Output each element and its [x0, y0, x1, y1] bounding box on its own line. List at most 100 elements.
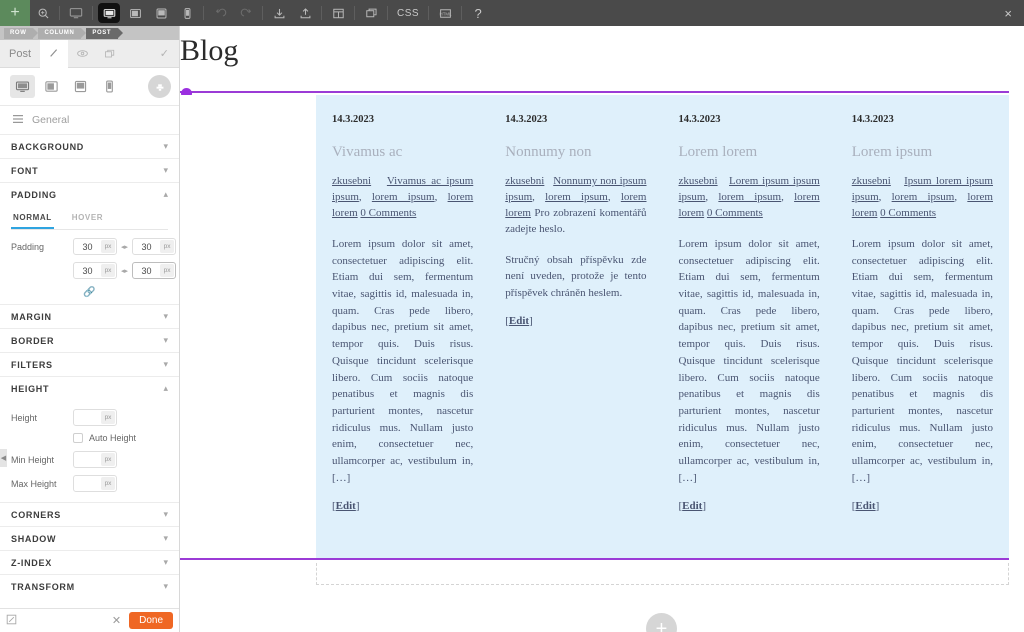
link-icon[interactable]: 🔗	[0, 286, 179, 304]
eye-icon[interactable]	[68, 40, 96, 68]
padding-right-unit[interactable]: px	[160, 240, 175, 253]
desktop-filled-icon[interactable]	[98, 3, 120, 23]
duplicate-icon[interactable]	[96, 40, 124, 68]
close-icon[interactable]: ×	[998, 6, 1018, 21]
padding-top-unit[interactable]: px	[101, 240, 115, 253]
zoom-icon[interactable]	[30, 0, 56, 26]
post-category-link[interactable]: lorem ipsum	[718, 191, 781, 203]
post-edit-link[interactable]: [Edit]	[852, 500, 993, 512]
padding-left-field[interactable]: px	[132, 262, 177, 279]
brush-icon[interactable]	[148, 75, 171, 98]
general-row[interactable]: General	[0, 106, 179, 134]
post-card[interactable]: 14.3.2023 Nonnumy non zkusebni Nonnumy n…	[489, 95, 662, 558]
post-card[interactable]: 14.3.2023 Lorem ipsum zkusebni Ipsum lor…	[836, 95, 1009, 558]
padding-tab-normal[interactable]: NORMAL	[11, 209, 54, 229]
add-element-button[interactable]: +	[0, 0, 30, 26]
post-title[interactable]: Nonnumy non	[505, 144, 646, 161]
device-tablet[interactable]	[68, 75, 93, 98]
css-button[interactable]: CSS	[391, 0, 425, 26]
post-card[interactable]: 14.3.2023 Vivamus ac zkusebni Vivamus ac…	[316, 95, 489, 558]
page-canvas[interactable]: Blog 14.3.2023 Vivamus ac zkusebni Vivam…	[180, 26, 1024, 632]
post-category-link[interactable]: lorem ipsum	[892, 191, 955, 203]
post-author-link[interactable]: zkusebni	[679, 175, 718, 187]
padding-bottom-stepper[interactable]: ◂▸	[121, 267, 128, 275]
max-height-field[interactable]: px	[73, 475, 117, 492]
max-height-input[interactable]	[74, 476, 101, 491]
empty-dropzone[interactable]	[316, 563, 1009, 585]
post-title[interactable]: Lorem ipsum	[852, 144, 993, 161]
html-icon[interactable]: HTML	[432, 0, 458, 26]
post-author-link[interactable]: zkusebni	[852, 175, 891, 187]
padding-bottom-input[interactable]	[74, 263, 101, 278]
height-unit[interactable]: px	[101, 411, 115, 424]
breadcrumb-row[interactable]: ROW	[4, 27, 40, 39]
padding-top-stepper[interactable]: ◂▸	[121, 243, 128, 251]
auto-height-checkbox[interactable]	[73, 433, 83, 443]
post-category-link[interactable]: lorem ipsum	[545, 191, 608, 203]
min-height-input[interactable]	[74, 452, 101, 467]
add-section-button[interactable]: +	[646, 613, 677, 632]
max-height-unit[interactable]: px	[101, 477, 115, 490]
padding-left-input[interactable]	[133, 263, 161, 278]
auto-height-row[interactable]: Auto Height	[0, 433, 179, 443]
device-desktop[interactable]	[10, 75, 35, 98]
post-comments-link[interactable]: 0 Comments	[880, 207, 936, 219]
download-icon[interactable]	[266, 0, 292, 26]
post-edit-link[interactable]: [Edit]	[332, 500, 473, 512]
layers-icon[interactable]	[358, 0, 384, 26]
help-icon[interactable]: ?	[465, 0, 491, 26]
padding-top-field[interactable]: px	[73, 238, 117, 255]
post-edit-link[interactable]: [Edit]	[505, 315, 646, 327]
height-input[interactable]	[74, 410, 101, 425]
breadcrumb-post[interactable]: POST	[86, 27, 123, 39]
padding-bottom-unit[interactable]: px	[101, 264, 115, 277]
device-mobile[interactable]	[97, 75, 122, 98]
confirm-check-icon[interactable]: ✓	[160, 47, 179, 60]
section-filters[interactable]: FILTERS ▾	[0, 352, 179, 376]
collapse-sidebar-handle[interactable]: ◀	[0, 449, 7, 467]
undo-icon[interactable]	[207, 0, 233, 26]
desktop-outline-icon[interactable]	[63, 0, 89, 26]
padding-bottom-field[interactable]: px	[73, 262, 117, 279]
tablet-portrait-icon[interactable]	[148, 0, 174, 26]
section-shadow[interactable]: SHADOW ▾	[0, 526, 179, 550]
style-brush-icon[interactable]	[40, 39, 69, 68]
section-background[interactable]: BACKGROUND ▾	[0, 134, 179, 158]
breadcrumb-column[interactable]: COLUMN	[38, 27, 87, 39]
padding-right-field[interactable]: px	[132, 238, 177, 255]
post-author-link[interactable]: zkusebni	[332, 175, 371, 187]
padding-top-input[interactable]	[74, 239, 101, 254]
tablet-landscape-icon[interactable]	[122, 0, 148, 26]
section-height[interactable]: HEIGHT ▴	[0, 376, 179, 400]
padding-left-unit[interactable]: px	[160, 264, 175, 277]
post-card[interactable]: 14.3.2023 Lorem lorem zkusebni Lorem ips…	[663, 95, 836, 558]
height-field[interactable]: px	[73, 409, 117, 426]
device-laptop[interactable]	[39, 75, 64, 98]
padding-right-input[interactable]	[133, 239, 161, 254]
post-author-link[interactable]: zkusebni	[505, 175, 544, 187]
cancel-button[interactable]: ✕	[104, 614, 129, 627]
section-margin[interactable]: MARGIN ▾	[0, 304, 179, 328]
section-corners[interactable]: CORNERS ▾	[0, 502, 179, 526]
min-height-field[interactable]: px	[73, 451, 117, 468]
post-title[interactable]: Vivamus ac	[332, 144, 473, 161]
settings-panel-scroll[interactable]: BACKGROUND ▾ FONT ▾ PADDING ▴ NORMAL HOV…	[0, 134, 179, 608]
min-height-unit[interactable]: px	[101, 453, 115, 466]
section-zindex[interactable]: Z-INDEX ▾	[0, 550, 179, 574]
section-font[interactable]: FONT ▾	[0, 158, 179, 182]
expand-icon[interactable]	[6, 614, 17, 628]
post-category-link[interactable]: lorem ipsum	[372, 191, 435, 203]
done-button[interactable]: Done	[129, 612, 173, 629]
post-comments-link[interactable]: 0 Comments	[360, 207, 416, 219]
mobile-icon[interactable]	[174, 0, 200, 26]
section-padding[interactable]: PADDING ▴	[0, 182, 179, 206]
post-comments-link[interactable]: 0 Comments	[707, 207, 763, 219]
upload-icon[interactable]	[292, 0, 318, 26]
layout-icon[interactable]	[325, 0, 351, 26]
section-border[interactable]: BORDER ▾	[0, 328, 179, 352]
post-title[interactable]: Lorem lorem	[679, 144, 820, 161]
post-edit-link[interactable]: [Edit]	[679, 500, 820, 512]
padding-tab-hover[interactable]: HOVER	[70, 209, 105, 229]
redo-icon[interactable]	[233, 0, 259, 26]
section-transform[interactable]: TRANSFORM ▾	[0, 574, 179, 598]
